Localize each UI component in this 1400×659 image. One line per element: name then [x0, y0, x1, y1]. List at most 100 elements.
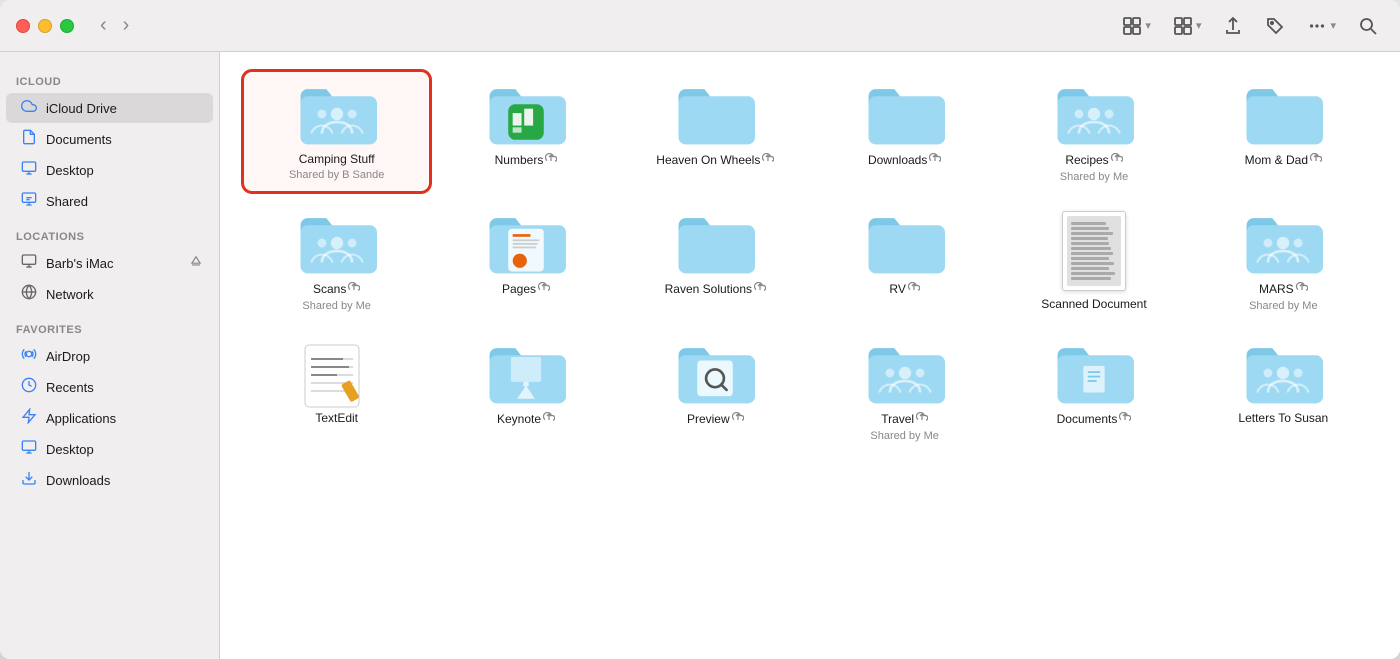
barbs-imac-eject-button[interactable] — [189, 255, 203, 272]
mars-name-row: MARS — [1259, 281, 1308, 299]
more-button[interactable]: ▾ — [1301, 12, 1342, 40]
recipes-cloud-icon — [1111, 152, 1123, 170]
share-button[interactable] — [1217, 12, 1249, 40]
file-item-mom-dad[interactable]: Mom & Dad — [1191, 72, 1376, 191]
scanned-document-name-row: Scanned Document — [1041, 297, 1146, 313]
recipes-subtitle: Shared by Me — [1060, 171, 1128, 183]
scanned-document-name: Scanned Document — [1041, 297, 1146, 313]
recipes-name: Recipes — [1065, 153, 1108, 169]
file-item-raven-solutions[interactable]: Raven Solutions — [623, 201, 808, 321]
desktop-fav-icon — [20, 439, 38, 459]
barbs-imac-label: Barb's iMac — [46, 256, 114, 271]
sidebar-item-documents[interactable]: Documents — [6, 124, 213, 154]
list-view-button[interactable]: ▾ — [1167, 12, 1208, 40]
airdrop-label: AirDrop — [46, 349, 90, 364]
file-item-scans[interactable]: Scans Shared by Me — [244, 201, 429, 321]
file-item-camping-stuff[interactable]: Camping Stuff Shared by B Sande — [244, 72, 429, 191]
sidebar-item-applications[interactable]: Applications — [6, 403, 213, 433]
network-icon — [20, 284, 38, 304]
recipes-name-row: Recipes — [1065, 152, 1122, 170]
downloads-cloud-icon — [929, 152, 941, 170]
network-label: Network — [46, 287, 94, 302]
keynote-folder-icon — [486, 341, 566, 405]
documents-icon — [20, 129, 38, 149]
file-item-mars[interactable]: MARS Shared by Me — [1191, 201, 1376, 321]
content-area: Camping Stuff Shared by B Sande Numbers … — [220, 52, 1400, 659]
travel-subtitle: Shared by Me — [870, 430, 938, 442]
file-item-documents-folder[interactable]: Documents — [1001, 331, 1186, 450]
sidebar-item-downloads[interactable]: Downloads — [6, 465, 213, 495]
file-item-downloads[interactable]: Downloads — [812, 72, 997, 191]
more-chevron: ▾ — [1330, 19, 1336, 32]
shared-icon — [20, 191, 38, 211]
file-item-rv[interactable]: RV — [812, 201, 997, 321]
file-item-keynote[interactable]: Keynote — [433, 331, 618, 450]
sidebar-item-airdrop[interactable]: AirDrop — [6, 341, 213, 371]
travel-name: Travel — [881, 412, 914, 428]
keynote-name: Keynote — [497, 412, 541, 428]
sidebar-item-desktop-fav[interactable]: Desktop — [6, 434, 213, 464]
forward-button[interactable]: › — [117, 12, 136, 39]
tag-button[interactable] — [1259, 12, 1291, 40]
recents-label: Recents — [46, 380, 94, 395]
scans-subtitle: Shared by Me — [302, 300, 370, 312]
file-item-scanned-document[interactable]: Scanned Document — [1001, 201, 1186, 321]
mars-subtitle: Shared by Me — [1249, 300, 1317, 312]
barbs-imac-icon — [20, 253, 38, 273]
rv-cloud-icon — [908, 281, 920, 299]
pages-cloud-icon — [538, 281, 550, 299]
sidebar-item-barbs-imac[interactable]: Barb's iMac — [6, 248, 213, 278]
rv-name-row: RV — [889, 281, 919, 299]
main-area: iCloudiCloud DriveDocumentsDesktopShared… — [0, 52, 1400, 659]
preview-cloud-icon — [732, 411, 744, 429]
sidebar-item-desktop[interactable]: Desktop — [6, 155, 213, 185]
sidebar-section-icloud: iCloud — [0, 62, 219, 92]
keynote-name-row: Keynote — [497, 411, 555, 429]
back-button[interactable]: ‹ — [94, 12, 113, 39]
raven-solutions-cloud-icon — [754, 281, 766, 299]
toolbar-right: ▾ ▾ — [1116, 12, 1384, 40]
heaven-on-wheels-folder-icon — [675, 82, 755, 146]
scans-name-row: Scans — [313, 281, 360, 299]
file-item-letters-to-susan[interactable]: Letters To Susan — [1191, 331, 1376, 450]
close-button[interactable] — [16, 19, 30, 33]
icloud-drive-label: iCloud Drive — [46, 101, 117, 116]
file-item-pages[interactable]: Pages — [433, 201, 618, 321]
search-button[interactable] — [1352, 12, 1384, 40]
numbers-cloud-icon — [545, 152, 557, 170]
numbers-name-row: Numbers — [495, 152, 558, 170]
documents-label: Documents — [46, 132, 112, 147]
downloads-label: Downloads — [46, 473, 110, 488]
sidebar-item-shared[interactable]: Shared — [6, 186, 213, 216]
travel-name-row: Travel — [881, 411, 928, 429]
file-item-travel[interactable]: Travel Shared by Me — [812, 331, 997, 450]
scans-name: Scans — [313, 282, 346, 298]
pages-name-row: Pages — [502, 281, 550, 299]
preview-folder-icon — [675, 341, 755, 405]
maximize-button[interactable] — [60, 19, 74, 33]
textedit-app-icon — [297, 341, 377, 405]
file-item-heaven-on-wheels[interactable]: Heaven On Wheels — [623, 72, 808, 191]
mars-name: MARS — [1259, 282, 1294, 298]
applications-icon — [20, 408, 38, 428]
numbers-folder-icon — [486, 82, 566, 146]
textedit-name-row: TextEdit — [315, 411, 358, 427]
preview-name-row: Preview — [687, 411, 744, 429]
sidebar-item-network[interactable]: Network — [6, 279, 213, 309]
file-item-preview[interactable]: Preview — [623, 331, 808, 450]
airdrop-icon — [20, 346, 38, 366]
sidebar-item-recents[interactable]: Recents — [6, 372, 213, 402]
camping-stuff-name-row: Camping Stuff — [299, 152, 375, 168]
sidebar-item-icloud-drive[interactable]: iCloud Drive — [6, 93, 213, 123]
pages-name: Pages — [502, 282, 536, 298]
file-item-textedit[interactable]: TextEdit — [244, 331, 429, 450]
keynote-cloud-icon — [543, 411, 555, 429]
textedit-name: TextEdit — [315, 411, 358, 427]
camping-stuff-folder-icon — [297, 82, 377, 146]
file-item-recipes[interactable]: Recipes Shared by Me — [1001, 72, 1186, 191]
rv-name: RV — [889, 282, 905, 298]
travel-cloud-icon — [916, 411, 928, 429]
minimize-button[interactable] — [38, 19, 52, 33]
grid-view-button[interactable]: ▾ — [1116, 12, 1157, 40]
file-item-numbers[interactable]: Numbers — [433, 72, 618, 191]
